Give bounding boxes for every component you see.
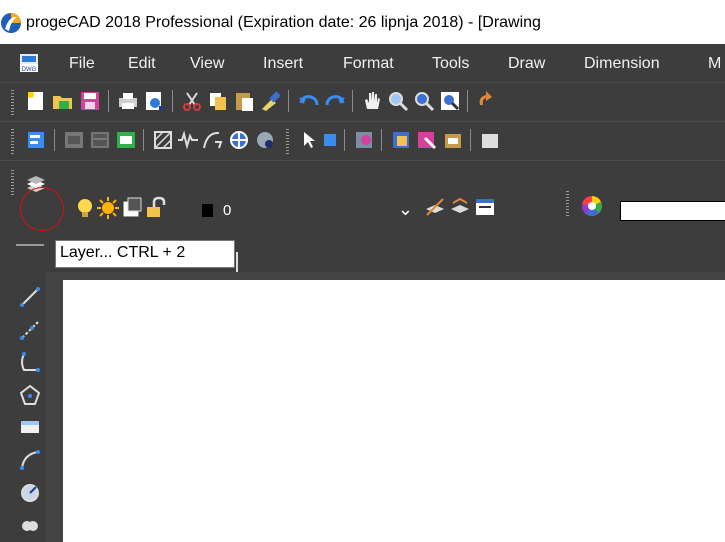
insert-block-icon[interactable] [441,128,465,152]
canvas-frame [55,272,63,542]
menu-modify[interactable]: M [708,54,721,74]
color-wheel-icon[interactable] [580,194,604,218]
toolbar-grip[interactable] [11,129,14,155]
ray-icon[interactable] [18,318,42,342]
menu-file[interactable]: File [69,54,95,74]
revision-cloud-icon[interactable] [18,514,42,538]
toolbar-separator [143,129,144,151]
polyline-icon[interactable] [18,350,42,374]
menu-dimension[interactable]: Dimension [584,54,660,74]
toolbar-separator [172,90,173,112]
save-icon[interactable] [78,89,102,113]
toolbar-grip[interactable] [11,90,14,116]
layer-previous-icon[interactable] [448,195,472,219]
zoom-realtime-icon[interactable] [386,89,410,113]
toolbar-separator [381,129,382,151]
properties-icon[interactable] [24,128,48,152]
new-icon[interactable] [24,89,48,113]
hatch-icon[interactable] [151,128,175,152]
layer-color-swatch [202,204,213,217]
dwg-label: DWG [22,67,37,73]
chevron-down-icon[interactable]: ⌄ [398,199,413,220]
cut-icon[interactable] [180,89,204,113]
toolbar-separator [467,90,468,112]
block-icon[interactable] [389,128,413,152]
toolbar-separator [344,129,345,151]
tab-edge [236,252,238,272]
wave-icon[interactable] [176,128,200,152]
toolbar-separator [470,129,471,151]
pan-icon[interactable] [360,89,384,113]
viewport-freeze-icon[interactable] [120,196,144,220]
more-tools-icon[interactable] [478,128,502,152]
circle-icon[interactable] [18,481,42,505]
print-preview-icon[interactable] [142,89,166,113]
layer-states-icon[interactable] [473,195,497,219]
match-properties-icon[interactable] [258,89,282,113]
toolbar-separator [352,90,353,112]
window-title: progeCAD 2018 Professional (Expiration d… [26,14,541,31]
title-bar: progeCAD 2018 Professional (Expiration d… [0,0,725,44]
regen-icon[interactable] [474,89,498,113]
progecad-logo-icon [1,13,21,33]
menu-insert[interactable]: Insert [263,54,303,74]
toolbar-separator [108,90,109,112]
toolbar-grip[interactable] [16,244,44,246]
design-center-icon[interactable] [352,128,376,152]
layer-current-value: 0 [223,202,232,219]
paste-icon[interactable] [232,89,256,113]
toolbar-grip[interactable] [11,170,14,196]
zoom-previous-icon[interactable] [438,89,462,113]
open-icon[interactable] [51,89,75,113]
menu-view[interactable]: View [190,54,224,74]
viewport-icon[interactable] [88,128,112,152]
menu-edit[interactable]: Edit [128,54,156,74]
curve-icon[interactable] [201,128,225,152]
layer-tooltip: Layer... CTRL + 2 [55,240,235,268]
target-icon[interactable] [227,128,251,152]
toolbar-grip[interactable] [566,191,569,217]
menu-tools[interactable]: Tools [432,54,469,74]
toolbar-separator [54,129,55,151]
line-icon[interactable] [18,285,42,309]
color-dropdown[interactable] [620,201,725,221]
redo-icon[interactable] [323,89,347,113]
copy-icon[interactable] [206,89,230,113]
layout-icon[interactable] [62,128,86,152]
select-mode-icon[interactable] [316,128,340,152]
toolbar-separator [288,90,289,112]
menu-format[interactable]: Format [343,54,394,74]
rectangle-icon[interactable] [18,415,42,439]
external-ref-icon[interactable] [415,128,439,152]
settings-sphere-icon[interactable] [253,128,277,152]
zoom-window-icon[interactable] [412,89,436,113]
sun-icon[interactable] [96,196,120,220]
arc-icon[interactable] [18,448,42,472]
drawing-canvas[interactable] [63,280,725,542]
bulb-on-icon[interactable] [73,196,97,220]
menu-draw[interactable]: Draw [508,54,545,74]
lock-open-icon[interactable] [144,196,168,220]
document-dwg-icon[interactable]: DWG [18,52,40,74]
layer-dropdown[interactable]: 0 ⌄ [217,199,415,224]
image-manager-icon[interactable] [114,128,138,152]
polygon-icon[interactable] [18,383,42,407]
print-icon[interactable] [116,89,140,113]
undo-icon[interactable] [297,89,321,113]
toolbar-grip[interactable] [286,129,289,155]
highlight-circle [20,187,64,231]
make-current-layer-icon[interactable] [423,195,447,219]
